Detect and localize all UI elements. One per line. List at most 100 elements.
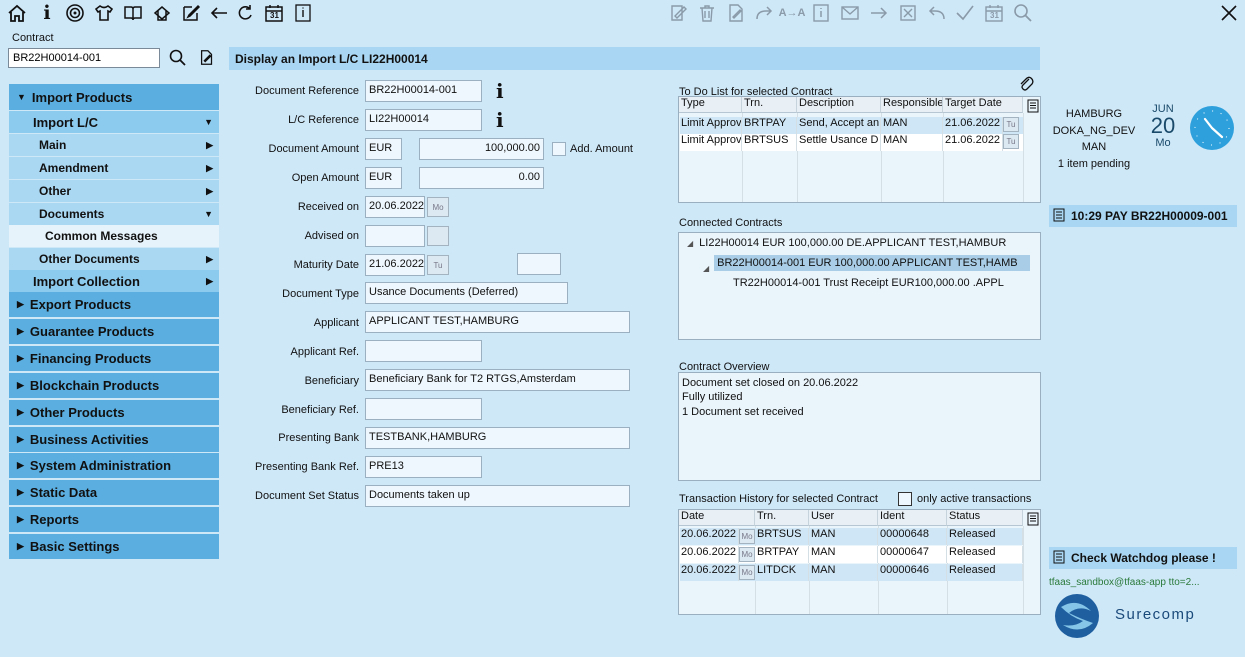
maturity-days-field[interactable] (517, 253, 561, 275)
notes-icon[interactable] (292, 2, 314, 24)
trash-icon[interactable] (696, 2, 718, 24)
calendar-icon[interactable]: Mo (739, 547, 755, 562)
col-header[interactable]: Description (797, 97, 881, 113)
lc-ref-field[interactable]: LI22H00014 (365, 109, 482, 131)
col-header[interactable]: Ident (878, 510, 947, 526)
connected-tree: ◢ LI22H00014 EUR 100,000.00 DE.APPLICANT … (678, 232, 1041, 340)
close-icon[interactable] (1218, 2, 1240, 24)
back-arrow-icon[interactable] (208, 2, 230, 24)
export-icon[interactable] (1026, 99, 1040, 113)
doc-ref-field[interactable]: BR22H00014-001 (365, 80, 482, 102)
contract-input[interactable] (8, 48, 160, 68)
pay-item-button[interactable]: 10:29 PAY BR22H00009-001 (1049, 205, 1237, 227)
nav-other-products[interactable]: ▶ Other Products (9, 400, 219, 426)
col-header[interactable]: Date (679, 510, 755, 526)
nav-system-administration[interactable]: ▶ System Administration (9, 453, 219, 479)
info-icon[interactable]: i (36, 2, 58, 24)
calendar-icon[interactable]: Tu (427, 255, 449, 275)
nav-basic-settings[interactable]: ▶ Basic Settings (9, 534, 219, 560)
mail-icon[interactable] (839, 2, 861, 24)
info-icon[interactable]: i (496, 108, 504, 132)
calendar-icon[interactable]: Mo (739, 529, 755, 544)
calendar-icon[interactable]: Tu (1003, 117, 1019, 132)
open-amount-field[interactable]: 0.00 (419, 167, 544, 189)
home-icon[interactable] (6, 2, 28, 24)
received-field[interactable]: 20.06.2022 (365, 196, 425, 218)
open-amount-currency[interactable]: EUR (365, 167, 402, 189)
nav-label: Import Products (31, 89, 133, 105)
nav-financing-products[interactable]: ▶ Financing Products (9, 346, 219, 372)
nav-main[interactable]: Main ▶ (9, 134, 219, 156)
doc-amount-currency[interactable]: EUR (365, 138, 402, 160)
nav-reports[interactable]: ▶ Reports (9, 507, 219, 533)
sign-icon[interactable] (668, 2, 690, 24)
calendar-icon[interactable]: Mo (427, 197, 449, 217)
paperclip-icon[interactable] (1018, 74, 1034, 92)
search-icon[interactable] (168, 48, 188, 68)
layers-icon[interactable] (151, 2, 173, 24)
tree-item[interactable]: ◢ LI22H00014 EUR 100,000.00 DE.APPLICANT … (687, 237, 1006, 249)
document-sign-icon[interactable] (725, 2, 747, 24)
nav-blockchain-products[interactable]: ▶ Blockchain Products (9, 373, 219, 399)
calendar-31-icon[interactable]: 31 (983, 2, 1005, 24)
col-header[interactable]: Trn. (755, 510, 809, 526)
cell: LITDCK (755, 564, 809, 581)
forward-icon[interactable] (753, 2, 775, 24)
watchdog-button[interactable]: Check Watchdog please ! (1049, 547, 1237, 569)
nav-import-products[interactable]: ▼ Import Products (9, 84, 219, 111)
nav-import-collection[interactable]: Import Collection ▶ (9, 270, 219, 292)
refresh-icon[interactable] (234, 2, 256, 24)
col-header[interactable]: User (809, 510, 878, 526)
tshirt-icon[interactable] (93, 2, 115, 24)
calendar-icon[interactable] (427, 226, 449, 246)
info-doc-icon[interactable] (810, 2, 832, 24)
applicant-field[interactable]: APPLICANT TEST,HAMBURG (365, 311, 630, 333)
doc-type-field[interactable]: Usance Documents (Deferred) (365, 282, 568, 304)
pending-count: 1 item pending (1057, 157, 1131, 170)
calendar-icon[interactable]: Mo (739, 565, 755, 580)
nav-label: Other (39, 184, 72, 198)
col-header[interactable]: Type (679, 97, 742, 113)
info-icon[interactable]: i (496, 79, 504, 103)
undo-icon[interactable] (926, 2, 948, 24)
beneficiary-ref-field[interactable] (365, 398, 482, 420)
advised-field[interactable] (365, 225, 425, 247)
document-edit-icon[interactable] (198, 49, 216, 67)
nav-other[interactable]: Other ▶ (9, 180, 219, 202)
nav-amendment[interactable]: Amendment ▶ (9, 157, 219, 179)
nav-static-data[interactable]: ▶ Static Data (9, 480, 219, 506)
book-icon[interactable] (122, 2, 144, 24)
only-active-checkbox[interactable] (898, 492, 912, 506)
nav-documents[interactable]: Documents ▼ (9, 203, 219, 225)
beneficiary-field[interactable]: Beneficiary Bank for T2 RTGS,Amsterdam (365, 369, 630, 391)
presenting-bank-field[interactable]: TESTBANK,HAMBURG (365, 427, 630, 449)
edit-icon[interactable] (180, 2, 202, 24)
target-icon[interactable] (64, 2, 86, 24)
cancel-box-icon[interactable] (897, 2, 919, 24)
nav-common-messages[interactable]: Common Messages (9, 225, 219, 247)
col-header[interactable]: Responsible (881, 97, 943, 113)
nav-guarantee-products[interactable]: ▶ Guarantee Products (9, 319, 219, 345)
col-header[interactable]: Status (947, 510, 1023, 526)
doc-set-status-field[interactable]: Documents taken up (365, 485, 630, 507)
applicant-ref-field[interactable] (365, 340, 482, 362)
col-header[interactable]: Trn. (742, 97, 797, 113)
tree-item[interactable]: TR22H00014-001 Trust Receipt EUR100,000.… (733, 277, 1004, 289)
calendar-icon[interactable]: 31 (263, 2, 285, 24)
check-icon[interactable] (954, 2, 976, 24)
calendar-icon[interactable]: Tu (1003, 134, 1019, 149)
export-icon[interactable] (1026, 512, 1040, 526)
add-amount-checkbox[interactable] (552, 142, 566, 156)
nav-export-products[interactable]: ▶ Export Products (9, 292, 219, 318)
transfer-icon[interactable]: A→A (779, 2, 806, 24)
col-header[interactable]: Target Date (943, 97, 1023, 113)
tree-item-selected[interactable]: ◢ BR22H00014-001 EUR 100,000.00 APPLICANT… (703, 255, 1031, 274)
arrow-right-icon[interactable] (868, 2, 890, 24)
nav-business-activities[interactable]: ▶ Business Activities (9, 427, 219, 453)
presenting-bank-ref-field[interactable]: PRE13 (365, 456, 482, 478)
doc-amount-field[interactable]: 100,000.00 (419, 138, 544, 160)
maturity-field[interactable]: 21.06.2022 (365, 254, 425, 276)
nav-other-documents[interactable]: Other Documents ▶ (9, 248, 219, 270)
nav-import-lc[interactable]: Import L/C ▼ (9, 111, 219, 133)
search-icon[interactable] (1012, 2, 1034, 24)
